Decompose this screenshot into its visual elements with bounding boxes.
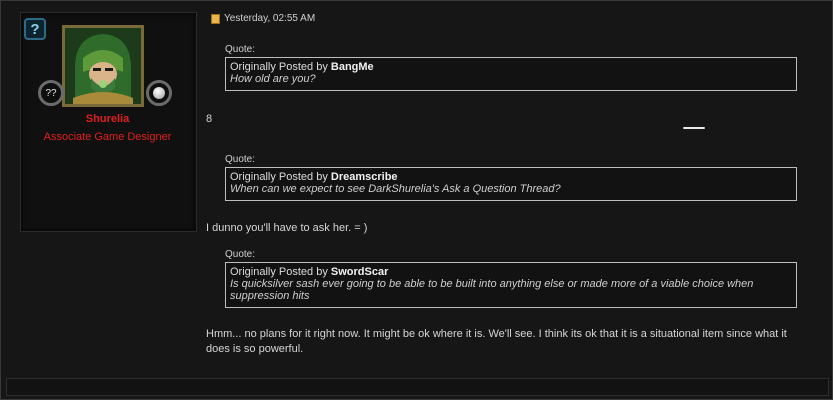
reply-text: I dunno you'll have to ask her. = )	[206, 222, 368, 234]
user-title: Associate Game Designer	[43, 131, 172, 143]
quote-label: Quote:	[225, 44, 256, 55]
quote-prefix: Originally Posted by	[230, 266, 331, 278]
divider-mark	[683, 127, 705, 129]
quote-box: Originally Posted by SwordScar Is quicks…	[225, 262, 797, 308]
quote-author[interactable]: BangMe	[331, 61, 374, 73]
avatar-image	[65, 28, 141, 104]
quote-message: When can we expect to see DarkShurelia's…	[230, 183, 561, 195]
quote-author[interactable]: SwordScar	[331, 266, 388, 278]
quote-attribution: Originally Posted by SwordScar	[230, 266, 792, 278]
quote-box: Originally Posted by Dreamscribe When ca…	[225, 167, 797, 201]
quote-message: Is quicksilver sash ever going to be abl…	[230, 278, 754, 302]
quote-attribution: Originally Posted by Dreamscribe	[230, 171, 792, 183]
quote-prefix: Originally Posted by	[230, 61, 331, 73]
level-orb: ??	[38, 80, 64, 106]
quote-prefix: Originally Posted by	[230, 171, 331, 183]
post-footer-bar	[6, 378, 829, 396]
quote-label: Quote:	[225, 249, 256, 260]
reply-text: Hmm... no plans for it right now. It mig…	[206, 328, 787, 355]
quote-label: Quote:	[225, 154, 256, 165]
post-date-text: Yesterday, 02:55 AM	[224, 13, 316, 24]
reply-text: 8	[206, 113, 213, 125]
quote-message: How old are you?	[230, 73, 316, 85]
username[interactable]: Shurelia	[20, 113, 195, 125]
orb-icon	[146, 80, 172, 106]
avatar[interactable]	[62, 25, 144, 107]
help-icon[interactable]: ?	[24, 18, 46, 40]
quote-author[interactable]: Dreamscribe	[331, 171, 398, 183]
post-icon	[211, 13, 220, 24]
quote-box: Originally Posted by BangMe How old are …	[225, 57, 797, 91]
quote-attribution: Originally Posted by BangMe	[230, 61, 792, 73]
post-date: Yesterday, 02:55 AM	[211, 13, 315, 24]
